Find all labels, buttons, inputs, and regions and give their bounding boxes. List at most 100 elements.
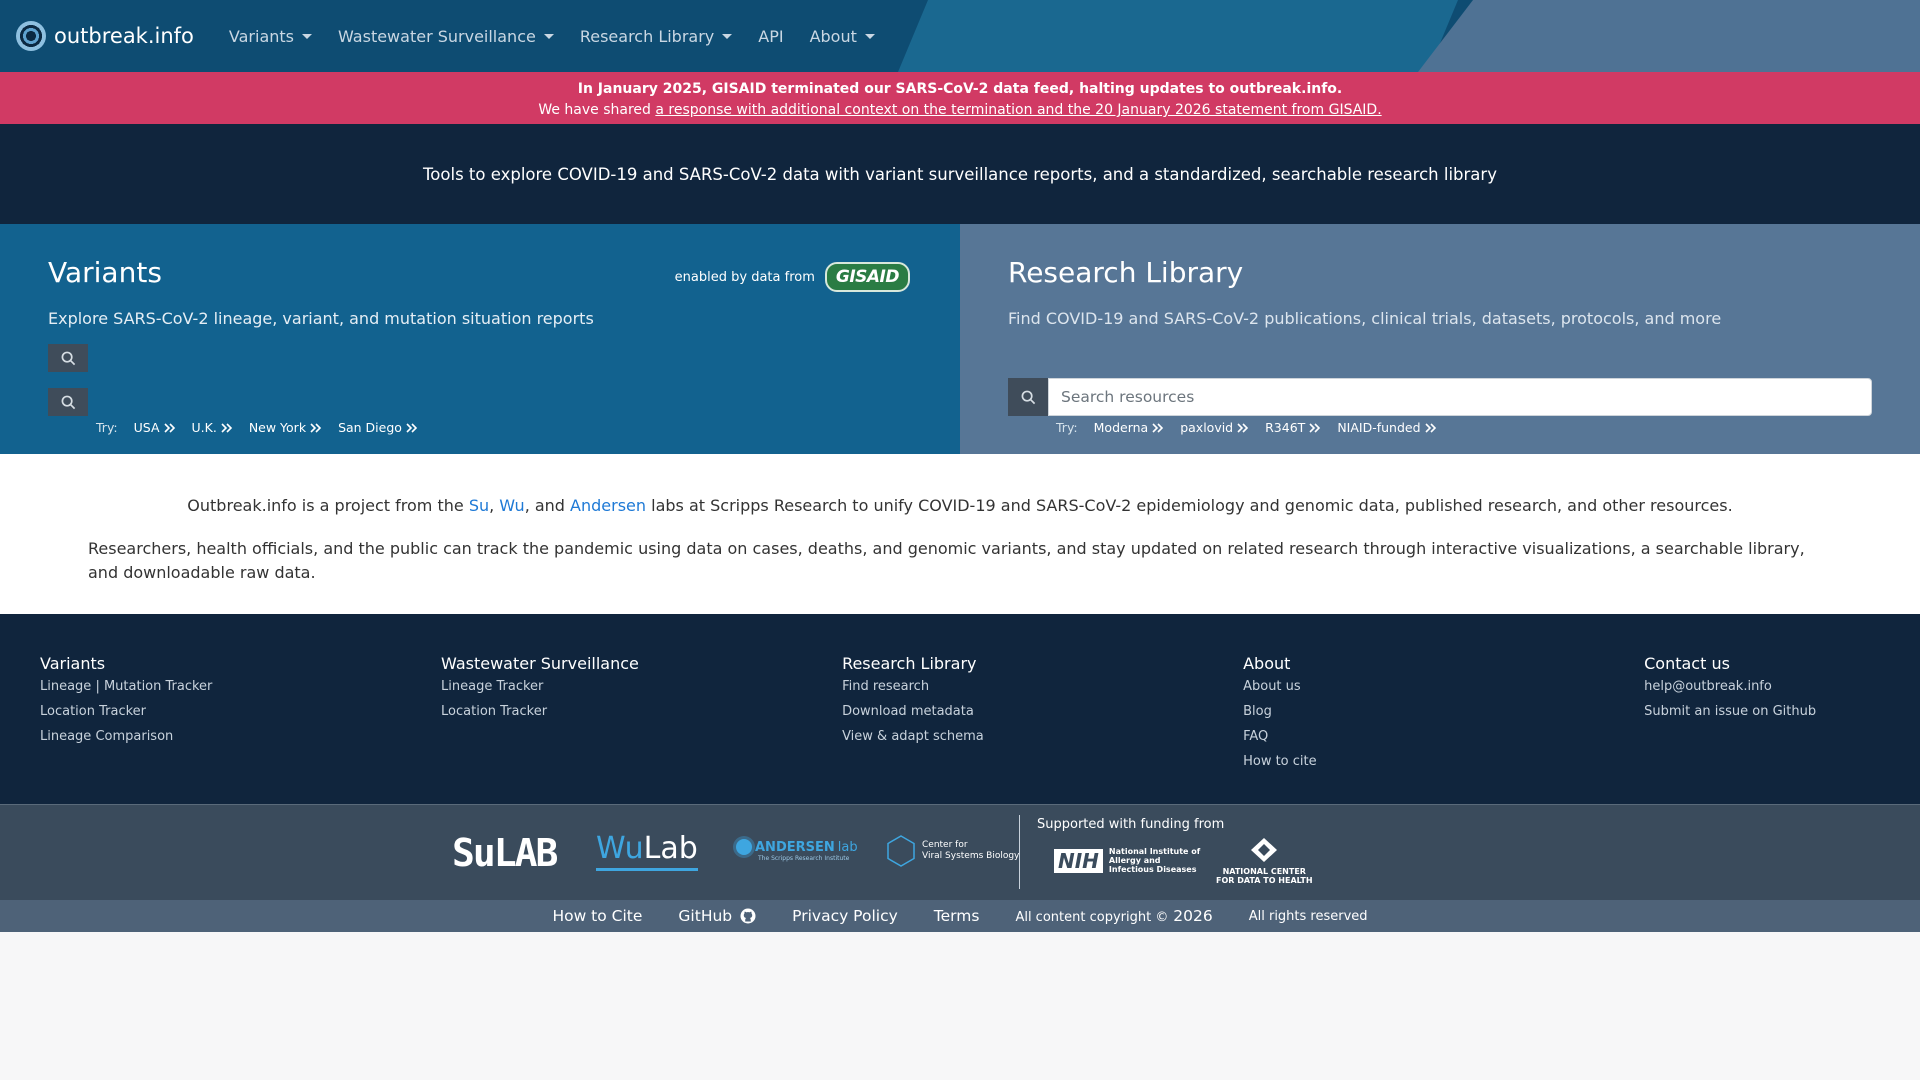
try-new-york-label: New York — [248, 420, 307, 435]
research-search — [1008, 378, 1872, 416]
how-to-cite-link[interactable]: How to Cite — [552, 907, 642, 925]
privacy-policy-link[interactable]: Privacy Policy — [792, 907, 898, 925]
nih-logo[interactable]: NIH National Institute of Allergy and Infe… — [1054, 847, 1200, 874]
github-icon — [740, 908, 756, 924]
top-navbar: outbreak.info Variants Wastewater Survei… — [0, 0, 1920, 72]
alert-line-1: In January 2025, GISAID terminated our S… — [577, 81, 1343, 97]
footer-link[interactable]: Location Tracker — [441, 704, 842, 719]
footer-link[interactable]: About us — [1243, 679, 1644, 694]
alert-response-link[interactable]: a response with additional context on th… — [655, 102, 1381, 118]
nav-research-label: Research Library — [579, 26, 715, 46]
variant-search-button[interactable] — [48, 344, 88, 372]
variants-description: Explore SARS-CoV-2 lineage, variant, and… — [48, 309, 594, 328]
nav-research-library[interactable]: Research Library — [579, 26, 733, 46]
try-niaid-label: NIAID-funded — [1337, 420, 1421, 435]
footer-link[interactable]: View & adapt schema — [842, 729, 1243, 744]
double-chevron-right-icon — [1309, 422, 1321, 433]
github-label: GitHub — [678, 907, 733, 925]
try-label: Try: — [1056, 420, 1078, 435]
wulab-logo-wu: Wu — [596, 831, 644, 866]
try-niaid-funded[interactable]: NIAID-funded — [1337, 420, 1436, 435]
try-paxlovid-label: paxlovid — [1180, 420, 1234, 435]
gisaid-logo[interactable]: GISAID — [824, 262, 910, 292]
brand-link[interactable]: outbreak.info — [16, 21, 194, 51]
try-san-diego[interactable]: San Diego — [338, 420, 418, 435]
footer-link[interactable]: Location Tracker — [40, 704, 441, 719]
andersen-lab-logo[interactable]: ANDERSEN lab The Scripps Research Institu… — [736, 839, 858, 862]
outbreak-logo-icon — [16, 21, 46, 51]
double-chevron-right-icon — [163, 422, 175, 433]
caret-down-icon — [543, 33, 554, 39]
footer-link[interactable]: help@outbreak.info — [1644, 679, 1880, 694]
andersen-lab-link[interactable]: Andersen — [570, 496, 646, 515]
about-sep: , — [489, 496, 500, 515]
research-title: Research Library — [1008, 256, 1244, 289]
site-footer: Variants Lineage | Mutation Tracker Loca… — [0, 614, 1920, 804]
copyright-prefix: All content copyright © — [1015, 910, 1169, 925]
hero-tagline-section: Tools to explore COVID-19 and SARS-CoV-2… — [0, 124, 1920, 224]
nav-wastewater[interactable]: Wastewater Surveillance — [338, 27, 554, 46]
try-r346t-label: R346T — [1265, 420, 1306, 435]
footer-link[interactable]: FAQ — [1243, 729, 1644, 744]
double-chevron-right-icon — [406, 422, 418, 433]
caret-down-icon — [864, 33, 875, 39]
ncdh-line-2: FOR DATA TO HEALTH — [1216, 876, 1313, 885]
hero-tagline: Tools to explore COVID-19 and SARS-CoV-2… — [423, 164, 1497, 184]
nav-variants-label: Variants — [228, 26, 294, 46]
footer-col-about: About About us Blog FAQ How to cite — [1243, 654, 1644, 804]
andersen-logo-lab: lab — [837, 839, 858, 855]
footer-link[interactable]: Lineage Comparison — [40, 729, 441, 744]
about-line-1-suffix: labs at Scripps Research to unify COVID-… — [646, 496, 1733, 515]
footer-link[interactable]: Find research — [842, 679, 1243, 694]
try-paxlovid[interactable]: paxlovid — [1180, 420, 1249, 435]
try-new-york[interactable]: New York — [249, 420, 322, 435]
su-lab-link[interactable]: Su — [469, 496, 489, 515]
caret-down-icon — [722, 33, 733, 39]
footer-link[interactable]: Blog — [1243, 704, 1644, 719]
footer-link[interactable]: Submit an issue on Github — [1644, 704, 1880, 719]
navbar-stripe — [1418, 0, 1920, 72]
nav-wastewater-label: Wastewater Surveillance — [338, 26, 536, 46]
try-moderna[interactable]: Moderna — [1094, 420, 1165, 435]
research-search-input[interactable] — [1048, 378, 1872, 416]
try-usa[interactable]: USA — [134, 420, 176, 435]
footer-link[interactable]: Lineage Tracker — [441, 679, 842, 694]
nih-line-2: Allergy and — [1108, 856, 1161, 865]
research-search-button[interactable] — [1008, 378, 1048, 416]
try-san-diego-label: San Diego — [338, 420, 402, 435]
nav-api-label: API — [758, 26, 784, 46]
andersen-sun-icon — [736, 839, 752, 855]
bottom-bar: How to Cite GitHub Privacy Policy Terms … — [0, 900, 1920, 932]
footer-link[interactable]: Lineage | Mutation Tracker — [40, 679, 441, 694]
footer-link[interactable]: How to cite — [1243, 754, 1644, 769]
footer-heading: About — [1243, 654, 1291, 673]
nav-variants[interactable]: Variants — [229, 27, 312, 46]
research-library-panel: Research Library Find COVID-19 and SARS-… — [960, 224, 1920, 454]
cvsb-logo[interactable]: Center for Viral Systems Biology — [886, 835, 1019, 867]
andersen-logo-name: ANDERSEN — [755, 839, 835, 855]
alert-line-2: We have shared a response with additiona… — [0, 100, 1920, 121]
gisaid-alert-banner: In January 2025, GISAID terminated our S… — [0, 72, 1920, 124]
wu-lab-link[interactable]: Wu — [499, 496, 524, 515]
footer-col-wastewater: Wastewater Surveillance Lineage Tracker … — [441, 654, 842, 804]
double-chevron-right-icon — [221, 422, 232, 433]
enabled-by-label: enabled by data from — [674, 269, 815, 285]
github-link[interactable]: GitHub — [678, 907, 756, 925]
footer-link[interactable]: Download metadata — [842, 704, 1243, 719]
double-chevron-right-icon — [1424, 422, 1436, 433]
wulab-logo[interactable]: WuLab — [596, 831, 698, 871]
location-search-button[interactable] — [48, 388, 88, 416]
supported-label: Supported with funding from — [1037, 817, 1225, 832]
about-line-2: Researchers, health officials, and the p… — [88, 539, 1805, 582]
footer-heading: Contact us — [1644, 654, 1730, 673]
nav-about[interactable]: About — [810, 27, 875, 46]
navbar-stripe — [898, 0, 1458, 72]
try-uk[interactable]: U.K. — [192, 420, 233, 435]
nih-mark: NIH — [1054, 848, 1103, 873]
footer-heading: Wastewater Surveillance — [441, 654, 639, 673]
sulab-logo[interactable]: SuLAB — [452, 831, 558, 875]
terms-link[interactable]: Terms — [934, 907, 980, 925]
ncdh-logo[interactable]: NATIONAL CENTER FOR DATA TO HEALTH — [1216, 837, 1313, 885]
try-r346t[interactable]: R346T — [1265, 420, 1321, 435]
nav-api[interactable]: API — [758, 27, 783, 46]
